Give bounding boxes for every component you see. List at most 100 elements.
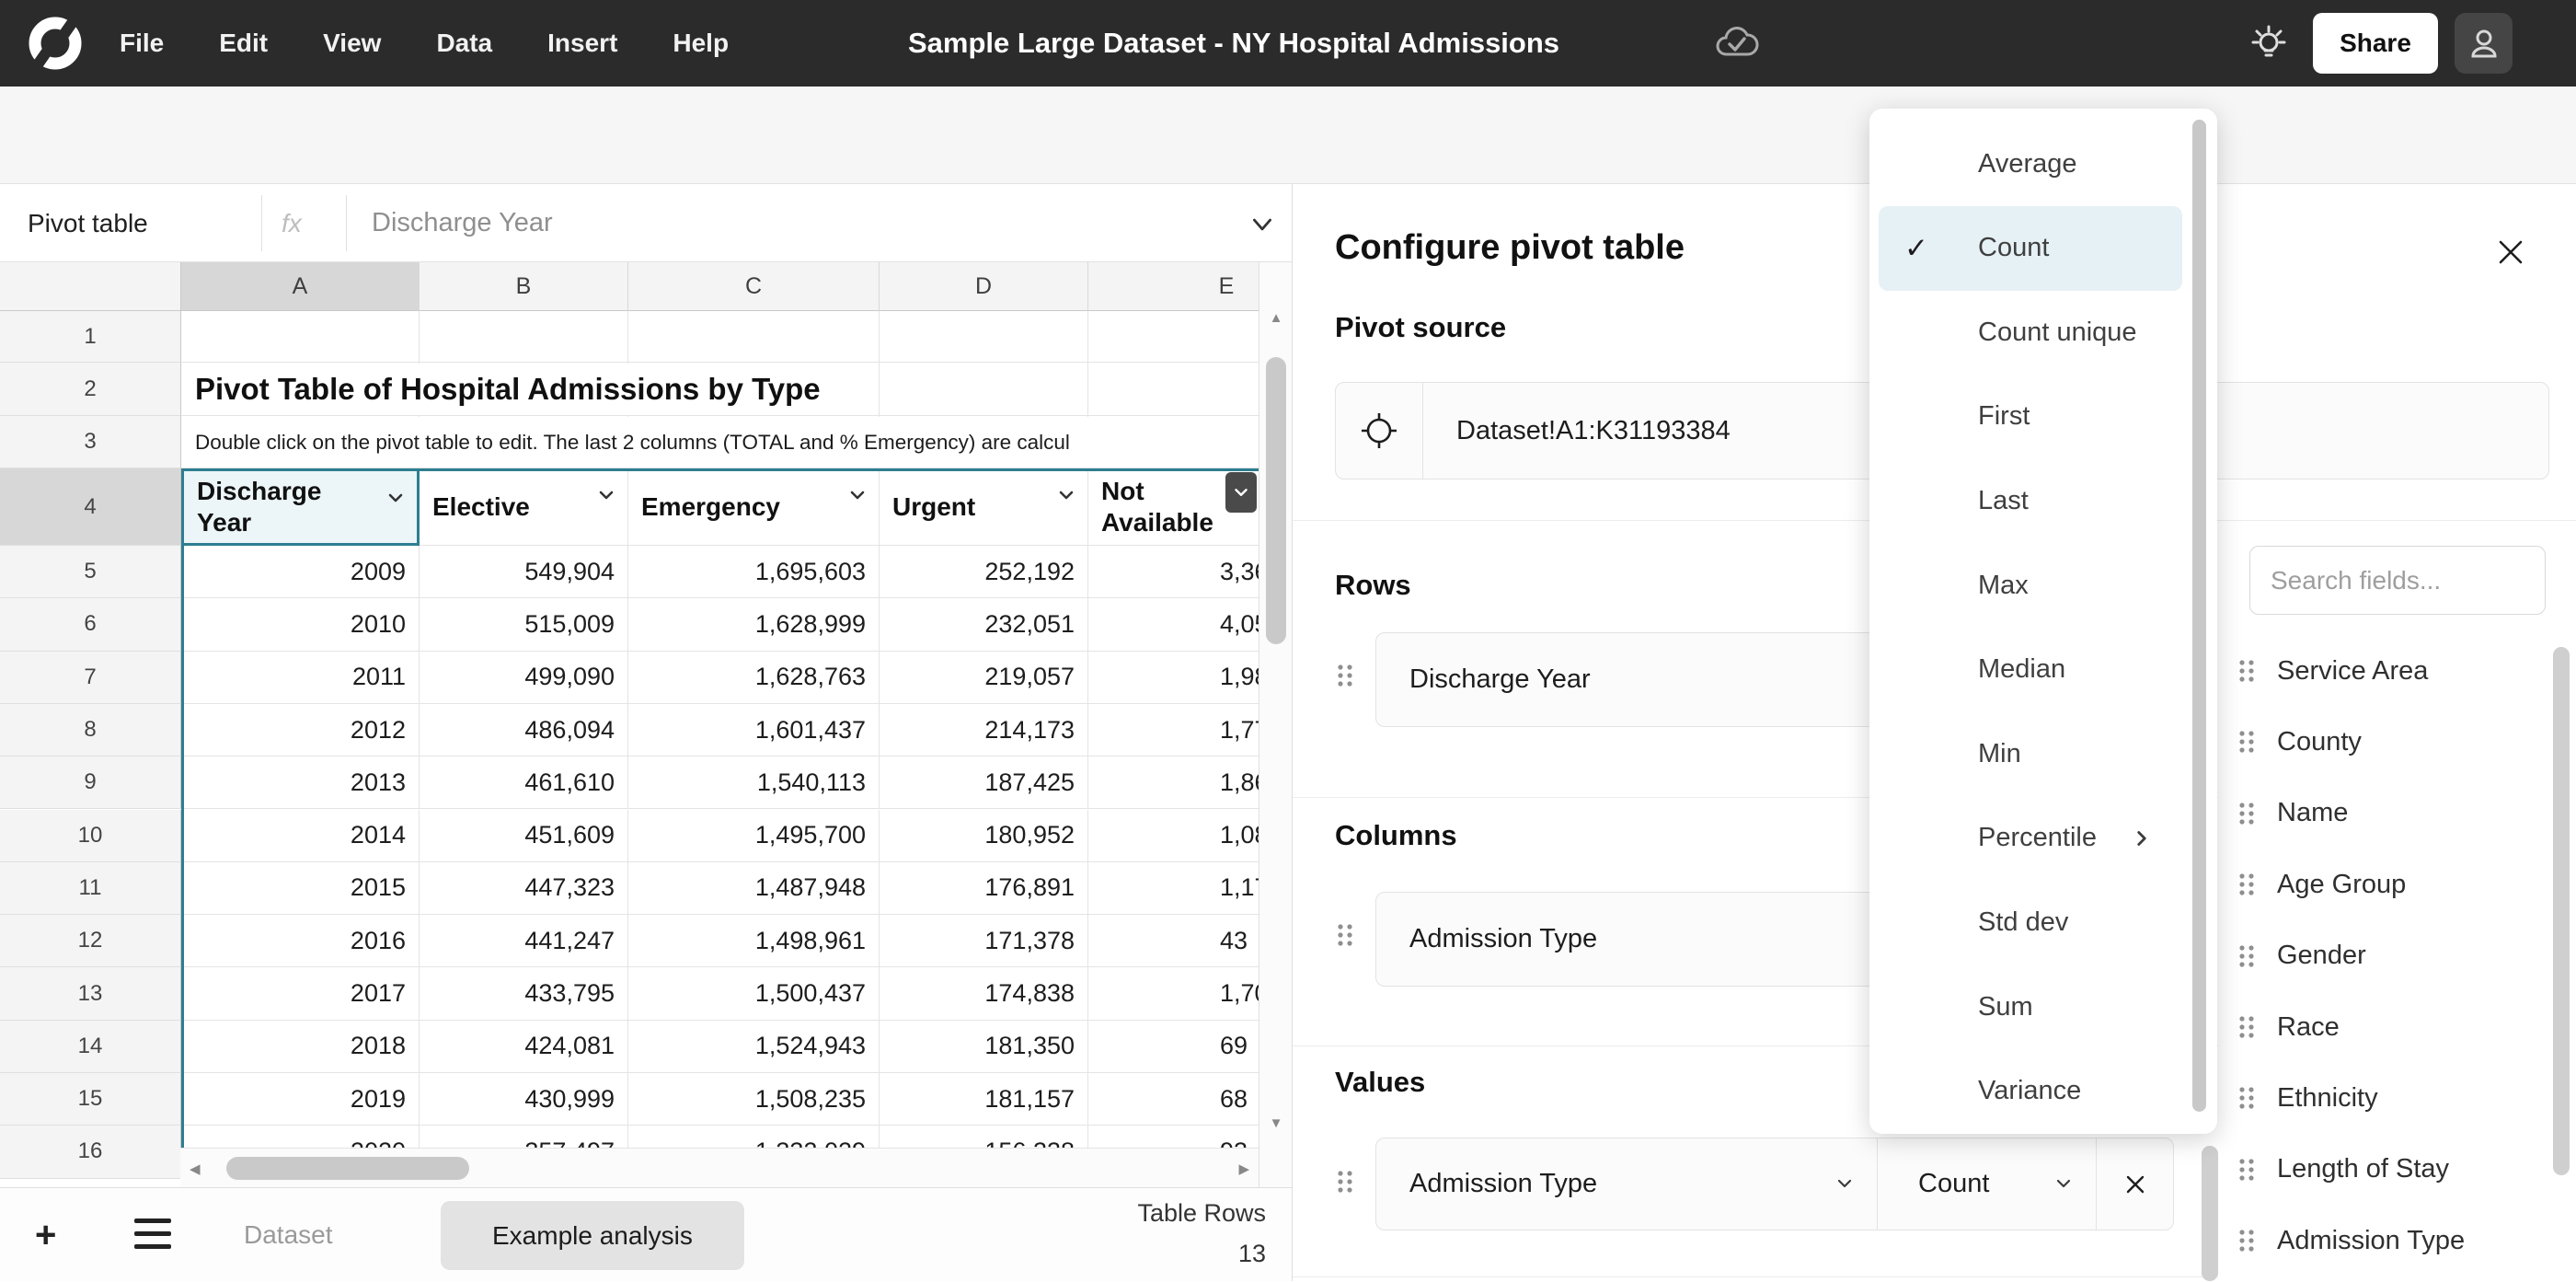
menu-file[interactable]: File [120, 29, 164, 58]
drag-handle-icon[interactable] [2237, 656, 2257, 686]
cell-E9[interactable]: 1,86 [1088, 756, 1259, 809]
horizontal-scroll-thumb[interactable] [226, 1157, 469, 1180]
pivot-header-elective[interactable]: Elective [420, 468, 628, 546]
row-header-3[interactable]: 3 [0, 416, 181, 468]
tab-example-analysis[interactable]: Example analysis [441, 1201, 744, 1270]
cell-D7[interactable]: 219,057 [880, 652, 1088, 704]
column-header-D[interactable]: D [880, 262, 1088, 311]
cell-D10[interactable]: 180,952 [880, 810, 1088, 862]
cell-E2[interactable] [1088, 363, 1259, 416]
column-header-B[interactable]: B [420, 262, 628, 311]
column-header-A[interactable]: A [181, 262, 420, 311]
cell-A15[interactable]: 2019 [181, 1073, 420, 1126]
cell-C6[interactable]: 1,628,999 [628, 598, 880, 651]
menu-view[interactable]: View [323, 29, 381, 58]
menu-item-median[interactable]: Median [1879, 628, 2182, 712]
tips-lightbulb-icon[interactable] [2245, 20, 2293, 73]
row-header-14[interactable]: 14 [0, 1021, 181, 1073]
cell-D15[interactable]: 181,157 [880, 1073, 1088, 1126]
sheet-list-menu-button[interactable] [134, 1218, 171, 1257]
cell-C15[interactable]: 1,508,235 [628, 1073, 880, 1126]
cell-E10[interactable]: 1,08 [1088, 810, 1259, 862]
row-header-1[interactable]: 1 [0, 311, 181, 363]
cell-E14[interactable]: 69 [1088, 1021, 1259, 1073]
cell-E1[interactable] [1088, 311, 1259, 363]
column-header-E[interactable]: E [1088, 262, 1259, 311]
drag-handle-icon[interactable] [2237, 1012, 2257, 1042]
cell-B13[interactable]: 433,795 [420, 967, 628, 1020]
cell-C11[interactable]: 1,487,948 [628, 862, 880, 915]
field-name[interactable]: Name [2237, 778, 2568, 849]
vertical-scrollbar[interactable]: ▲ ▼ [1259, 262, 1292, 1187]
share-button[interactable]: Share [2313, 13, 2438, 74]
cell-A8[interactable]: 2012 [181, 704, 420, 756]
close-panel-button[interactable] [2490, 232, 2531, 272]
cell-D1[interactable] [880, 311, 1088, 363]
field-age-group[interactable]: Age Group [2237, 849, 2568, 920]
cell-C5[interactable]: 1,695,603 [628, 546, 880, 598]
menu-edit[interactable]: Edit [219, 29, 268, 58]
row-header-10[interactable]: 10 [0, 810, 181, 862]
cell-C14[interactable]: 1,524,943 [628, 1021, 880, 1073]
cell-A13[interactable]: 2017 [181, 967, 420, 1020]
cell-B11[interactable]: 447,323 [420, 862, 628, 915]
cell-C13[interactable]: 1,500,437 [628, 967, 880, 1020]
field-service-area[interactable]: Service Area [2237, 635, 2568, 707]
row-header-2[interactable]: 2 [0, 363, 181, 416]
formula-expand-chevron-icon[interactable] [1248, 210, 1277, 244]
cell-B1[interactable] [420, 311, 628, 363]
pivot-source-value[interactable]: Dataset!A1:K31193384 [1423, 416, 1731, 446]
dropdown-scroll-thumb[interactable] [2192, 120, 2206, 1112]
cell-C1[interactable] [628, 311, 880, 363]
cell-B14[interactable]: 424,081 [420, 1021, 628, 1073]
scroll-right-icon[interactable]: ▶ [1238, 1149, 1249, 1187]
menu-item-average[interactable]: Average [1879, 121, 2182, 206]
row-header-13[interactable]: 13 [0, 967, 181, 1020]
drag-handle-icon[interactable] [2237, 799, 2257, 828]
drag-handle-icon[interactable] [2237, 870, 2257, 899]
drag-handle-icon[interactable] [1335, 1167, 1359, 1201]
tab-dataset[interactable]: Dataset [244, 1188, 333, 1282]
scroll-up-icon[interactable]: ▲ [1259, 310, 1293, 326]
column-e-filter-button[interactable] [1225, 472, 1257, 513]
vertical-scroll-thumb[interactable] [1266, 357, 1286, 644]
menu-item-count[interactable]: ✓Count [1879, 206, 2182, 291]
cell-D8[interactable]: 214,173 [880, 704, 1088, 756]
cell-C7[interactable]: 1,628,763 [628, 652, 880, 704]
account-avatar-button[interactable] [2455, 13, 2513, 74]
drag-handle-icon[interactable] [1335, 661, 1359, 695]
row-header-11[interactable]: 11 [0, 862, 181, 915]
drag-handle-icon[interactable] [2237, 941, 2257, 971]
cell-D2[interactable] [880, 363, 1088, 416]
menu-help[interactable]: Help [673, 29, 729, 58]
row-header-6[interactable]: 6 [0, 598, 181, 651]
horizontal-scrollbar[interactable]: ◀ ▶ [180, 1148, 1259, 1187]
cell-C10[interactable]: 1,495,700 [628, 810, 880, 862]
filter-chevron-icon[interactable] [1054, 483, 1078, 514]
cell-E6[interactable]: 4,05 [1088, 598, 1259, 651]
remove-value-button[interactable] [2097, 1138, 2173, 1230]
drag-handle-icon[interactable] [2237, 1155, 2257, 1184]
column-header-C[interactable]: C [628, 262, 880, 311]
row-header-15[interactable]: 15 [0, 1073, 181, 1126]
app-logo-icon[interactable] [26, 14, 85, 77]
select-range-button[interactable] [1336, 383, 1423, 479]
cell-A5[interactable]: 2009 [181, 546, 420, 598]
values-field-select[interactable]: Admission Type [1376, 1138, 1878, 1230]
fields-scroll-thumb[interactable] [2553, 647, 2570, 1175]
panel-scroll-thumb[interactable] [2202, 1146, 2218, 1281]
row-header-7[interactable]: 7 [0, 652, 181, 704]
drag-handle-icon[interactable] [1335, 920, 1359, 954]
cell-E15[interactable]: 68 [1088, 1073, 1259, 1126]
pivot-title-cell[interactable]: Pivot Table of Hospital Admissions by Ty… [182, 364, 845, 415]
menu-item-sum[interactable]: Sum [1879, 964, 2182, 1049]
cell-A9[interactable]: 2013 [181, 756, 420, 809]
row-header-8[interactable]: 8 [0, 704, 181, 756]
filter-chevron-icon[interactable] [845, 483, 869, 514]
add-sheet-button[interactable]: + [35, 1188, 56, 1282]
cell-B5[interactable]: 549,904 [420, 546, 628, 598]
search-fields-input[interactable] [2250, 566, 2545, 595]
cell-D14[interactable]: 181,350 [880, 1021, 1088, 1073]
field-ethnicity[interactable]: Ethnicity [2237, 1062, 2568, 1134]
menu-item-variance[interactable]: Variance [1879, 1049, 2182, 1134]
